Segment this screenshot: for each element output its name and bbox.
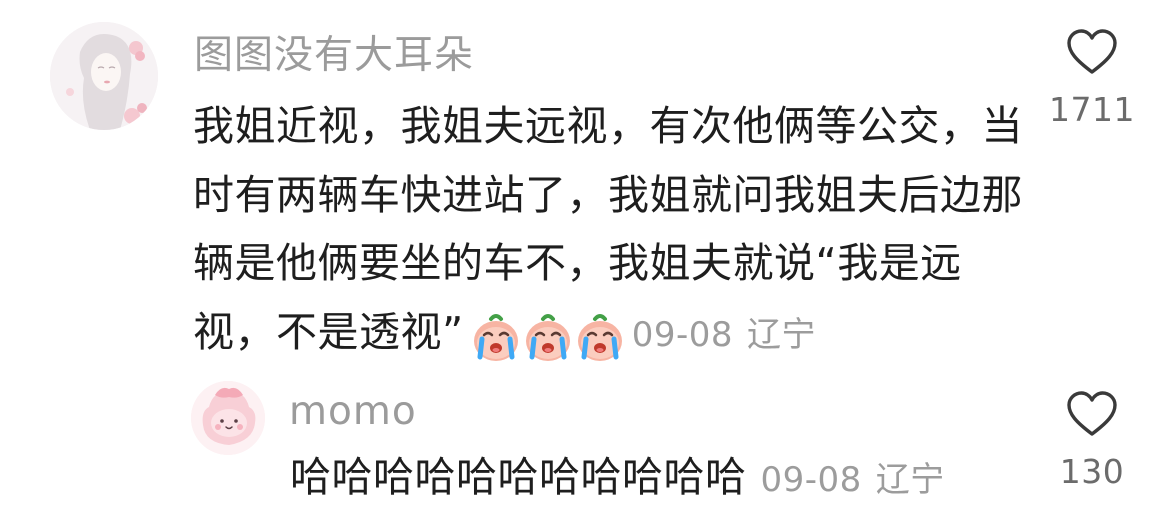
avatar-illustration xyxy=(191,381,265,455)
crying-emoji-icon xyxy=(473,314,518,362)
comment-location: 辽宁 xyxy=(747,314,817,355)
user-avatar[interactable] xyxy=(50,22,158,130)
reply-like-count: 130 xyxy=(1059,452,1125,491)
reply-username[interactable]: momo xyxy=(289,389,417,434)
reply-user-avatar[interactable] xyxy=(191,381,265,455)
reply-body: 哈哈哈哈哈哈哈哈哈哈哈 09-08 辽宁 xyxy=(290,447,945,510)
emoji-group xyxy=(470,300,626,369)
heart-outline-icon[interactable] xyxy=(1066,28,1118,76)
comment-username[interactable]: 图图没有大耳朵 xyxy=(194,24,474,80)
avatar-illustration xyxy=(50,22,158,130)
heart-outline-icon[interactable] xyxy=(1066,390,1118,438)
like-count: 1711 xyxy=(1049,90,1135,129)
reply-date: 09-08 xyxy=(760,460,862,500)
reply-location: 辽宁 xyxy=(875,460,945,500)
comment-date: 09-08 xyxy=(631,314,734,355)
reply-like-button[interactable]: 130 xyxy=(1037,390,1147,491)
comment-body: 我姐近视，我姐夫远视，有次他俩等公交，当时有两辆车快进站了，我姐就问我姐夫后边那… xyxy=(193,92,1043,369)
like-button[interactable]: 1711 xyxy=(1037,28,1147,129)
reply-text: 哈哈哈哈哈哈哈哈哈哈哈 xyxy=(290,453,747,501)
crying-emoji-icon xyxy=(577,314,622,362)
crying-emoji-icon xyxy=(525,314,570,362)
